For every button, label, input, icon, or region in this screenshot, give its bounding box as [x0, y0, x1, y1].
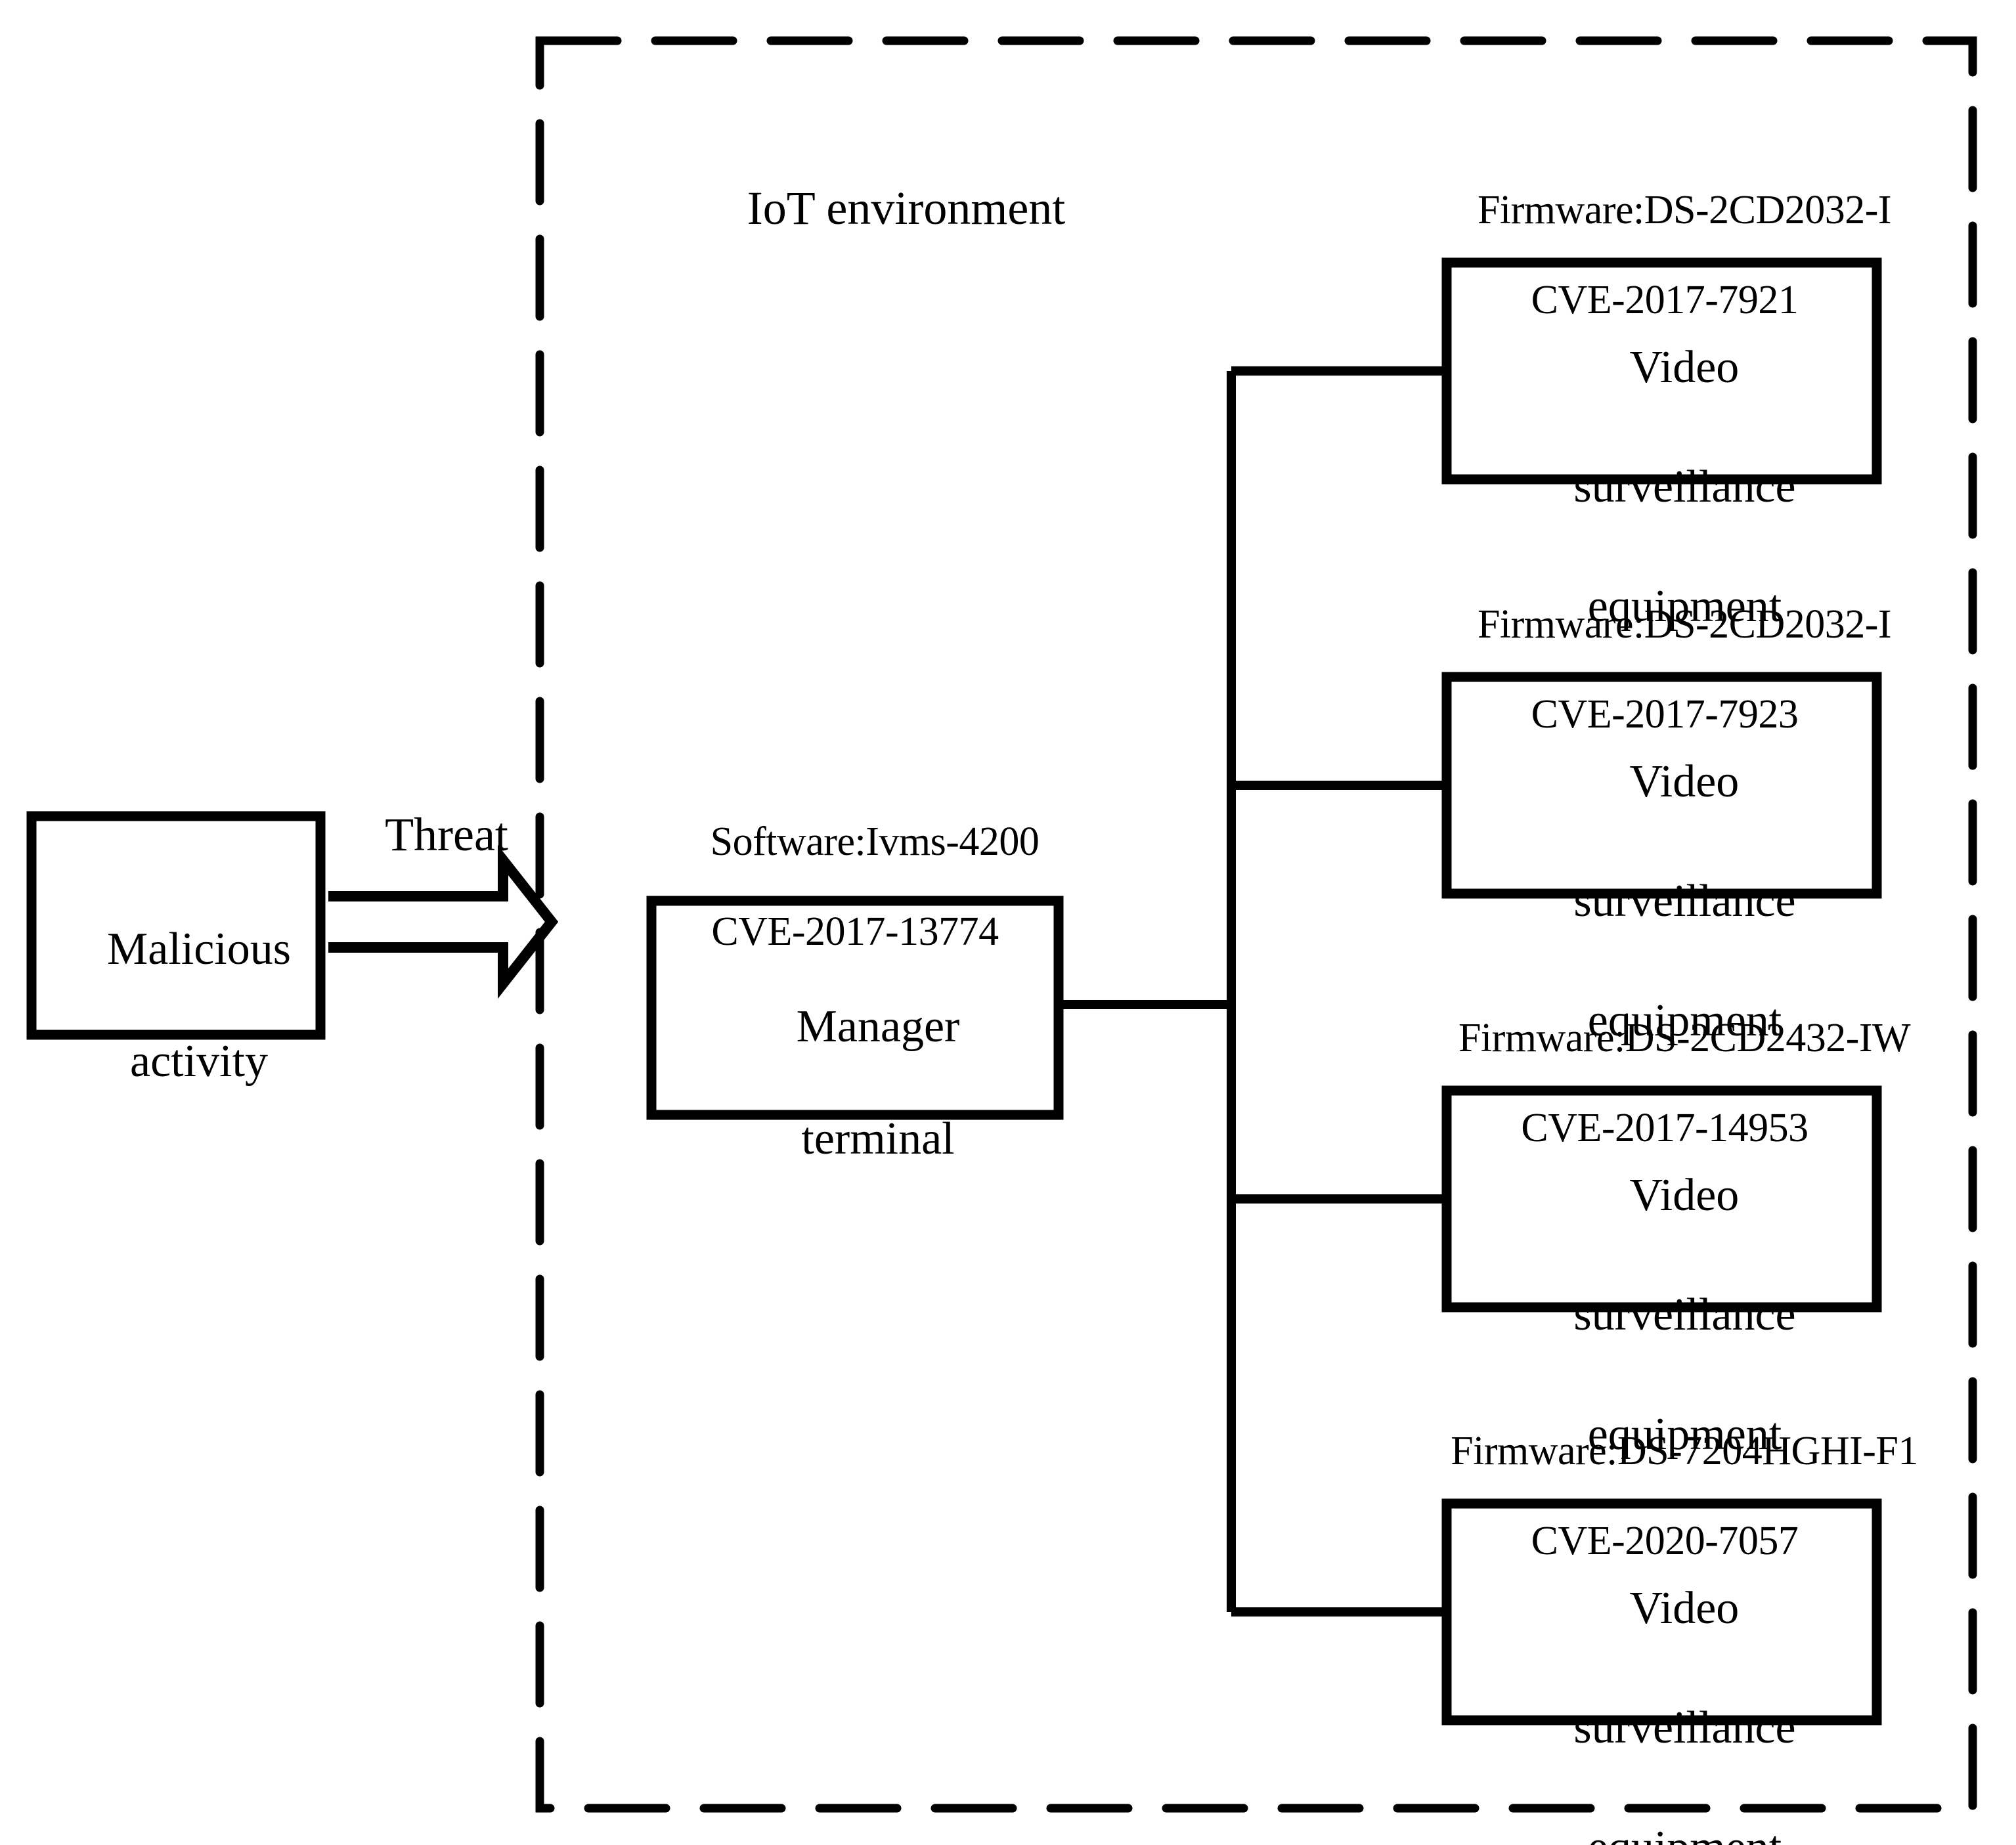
malicious-activity-label: Malicious activity	[32, 865, 320, 1146]
device-3-line2: surveillance	[1573, 1290, 1796, 1340]
diagram-canvas: IoT environment Malicious activity Threa…	[0, 0, 2016, 1845]
device-3-firmware: Firmware:DS-2CD2432-IW	[1458, 1016, 1911, 1061]
device-1-line1: Video	[1629, 342, 1740, 393]
device-4-line2: surveillance	[1573, 1703, 1796, 1753]
device-1-line2: surveillance	[1573, 462, 1796, 512]
iot-environment-title: IoT environment	[747, 182, 1066, 234]
malicious-activity-line1: Malicious	[107, 924, 291, 975]
device-2-line1: Video	[1629, 756, 1740, 807]
device-1-firmware: Firmware:DS-2CD2032-I	[1477, 188, 1892, 233]
threat-edge-label: Threat	[385, 808, 508, 861]
device-2-line2: surveillance	[1573, 876, 1796, 926]
manager-terminal-label: Manager terminal	[651, 943, 1059, 1223]
manager-terminal-line2: terminal	[801, 1114, 955, 1165]
malicious-activity-line2: activity	[130, 1036, 268, 1087]
device-4-firmware: Firmware:DS-7204HGHI-F1	[1451, 1429, 1918, 1474]
device-4-label: Video surveillance equipment	[1447, 1519, 1877, 1845]
device-4-line1: Video	[1629, 1583, 1740, 1634]
manager-terminal-line1: Manager	[796, 1001, 960, 1053]
threat-arrow	[328, 844, 559, 999]
device-2-firmware: Firmware:DS-2CD2032-I	[1477, 602, 1892, 647]
device-3-line1: Video	[1629, 1170, 1740, 1221]
manager-terminal-software: Software:Ivms-4200	[710, 819, 1040, 865]
device-4-line3: equipment	[1588, 1822, 1782, 1845]
